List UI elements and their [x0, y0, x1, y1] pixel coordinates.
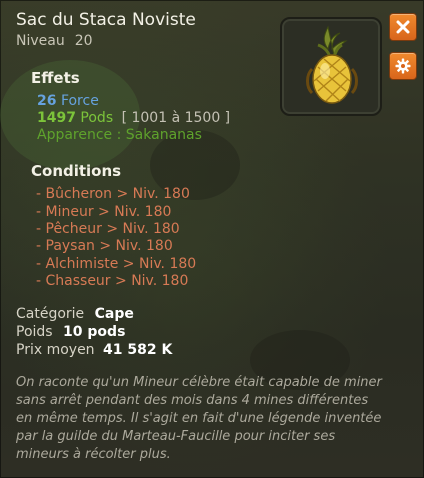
effects-heading: Effets [31, 69, 80, 87]
category-label: Catégorie [16, 306, 85, 322]
conditions-heading: Conditions [31, 162, 122, 180]
effect-appearance: Apparence : Sakananas [37, 127, 202, 143]
category-row: Catégorie Cape [16, 306, 134, 322]
effect-pods-value: 1497 [37, 110, 76, 126]
item-level: Niveau 20 [16, 33, 103, 49]
settings-button[interactable] [389, 52, 417, 80]
condition-item: - Alchimiste > Niv. 180 [36, 256, 197, 272]
weight-row: Poids 10 pods [16, 324, 125, 340]
condition-item: - Mineur > Niv. 180 [36, 204, 172, 220]
effect-pods-range: [ 1001 à 1500 ] [121, 110, 231, 126]
price-row: Prix moyen 41 582 K [16, 342, 172, 358]
level-label: Niveau [16, 33, 65, 49]
item-tooltip-panel: Sac du Staca Noviste Niveau 20 Effets 26… [0, 0, 424, 478]
price-value: 41 582 K [103, 342, 173, 358]
item-name: Sac du Staca Noviste [16, 10, 196, 30]
condition-item: - Paysan > Niv. 180 [36, 238, 173, 254]
effect-force-label: Force [60, 93, 99, 109]
weight-value: 10 pods [63, 324, 126, 340]
effect-force: 26 Force [37, 93, 99, 109]
condition-item: - Chasseur > Niv. 180 [36, 273, 189, 289]
close-button[interactable] [389, 13, 417, 41]
item-icon-frame [280, 17, 382, 116]
weight-label: Poids [16, 324, 53, 340]
item-description: On raconte qu'un Mineur célèbre était ca… [16, 375, 382, 462]
condition-item: - Pêcheur > Niv. 180 [36, 221, 180, 237]
close-icon [396, 20, 410, 34]
category-value: Cape [94, 306, 134, 322]
price-label: Prix moyen [16, 342, 95, 358]
condition-item: - Bûcheron > Niv. 180 [36, 186, 190, 202]
effect-pods-label: Pods [80, 110, 114, 126]
pineapple-bag-icon [306, 25, 358, 104]
level-value: 20 [74, 33, 93, 49]
gear-icon [395, 58, 411, 74]
effect-force-value: 26 [37, 93, 57, 109]
effect-pods: 1497 Pods [ 1001 à 1500 ] [37, 110, 230, 126]
